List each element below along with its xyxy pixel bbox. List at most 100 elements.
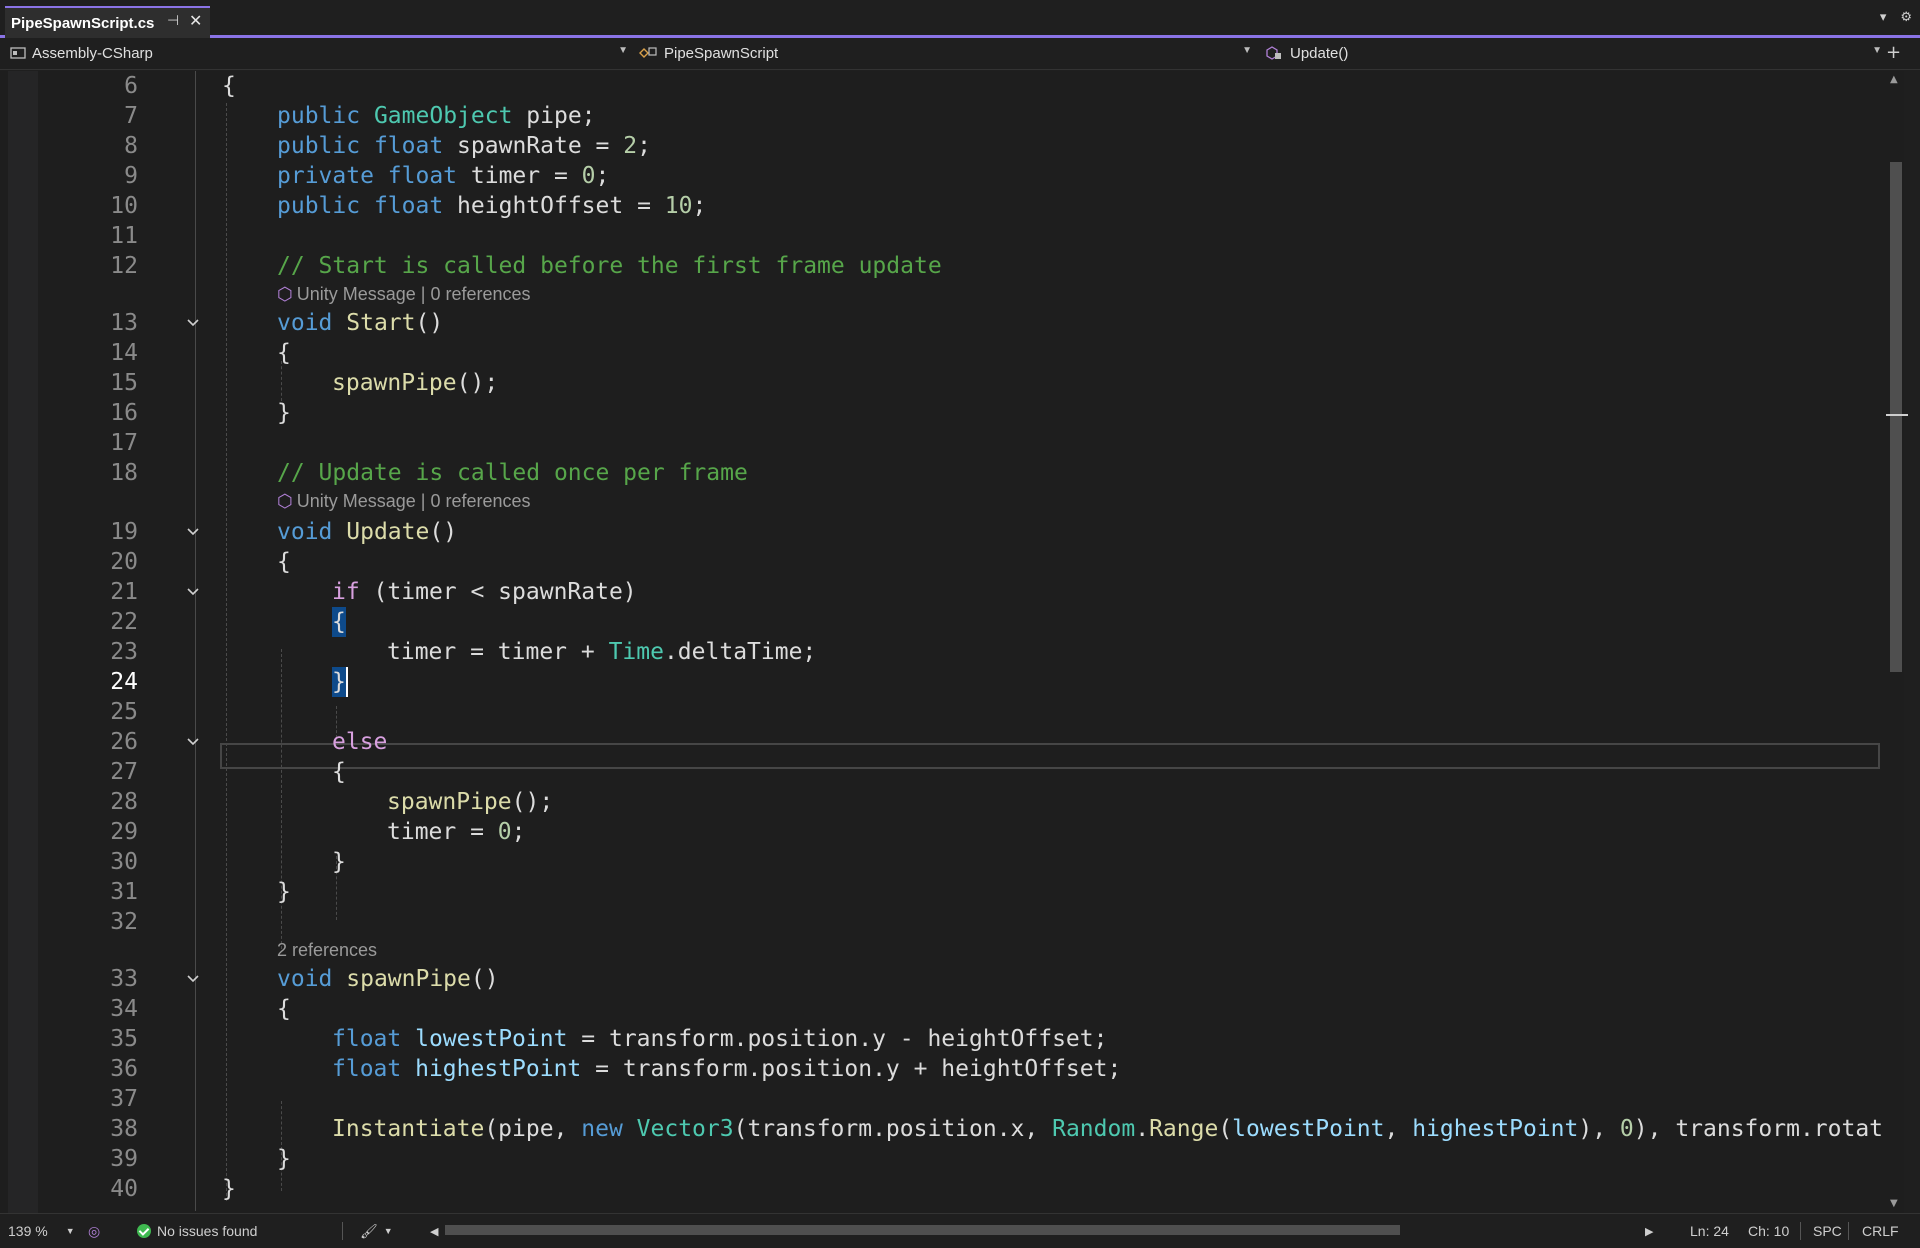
project-dropdown[interactable]: Assembly-CSharp ▼ [10, 41, 628, 65]
code-line: 33 void spawnPipe() [0, 964, 1884, 994]
codelens-update[interactable]: ⬡ Unity Message | 0 references [277, 486, 531, 516]
line-ending-indicator[interactable]: CRLF [1862, 1214, 1899, 1248]
brush-icon: 🖌 [360, 1222, 378, 1239]
code-text: { [222, 73, 236, 99]
references-link[interactable]: 0 references [430, 284, 530, 304]
split-icon[interactable]: + [1886, 42, 1901, 63]
caret-position-marker [1886, 414, 1908, 416]
line-number: 38 [110, 1116, 138, 1142]
tab-pipespawnscript[interactable]: PipeSpawnScript.cs ⊣ ✕ [5, 6, 210, 38]
line-number-current: 24 [110, 669, 138, 695]
line-number: 17 [110, 430, 138, 456]
code-line-current: 24 } [0, 667, 1884, 697]
code-text: spawnPipe(); [332, 370, 499, 396]
unity-message-icon: ⬡ [277, 491, 293, 511]
chevron-down-icon: ▼ [1242, 45, 1252, 56]
line-number: 22 [110, 609, 138, 635]
check-circle-icon [137, 1224, 151, 1238]
line-number: 25 [110, 699, 138, 725]
code-line: 7 public GameObject pipe; [0, 101, 1884, 131]
code-line: 20 { [0, 547, 1884, 577]
code-text: else [332, 729, 388, 755]
vertical-scroll-thumb[interactable] [1890, 162, 1902, 672]
fold-chevron-icon[interactable] [186, 316, 200, 330]
fold-chevron-icon[interactable] [186, 525, 200, 539]
editor-status-bar: 139 % ▼ ◎ No issues found 🖌 ▼ ◀ ▶ Ln: 24… [0, 1213, 1920, 1248]
code-line: 19 void Update() [0, 517, 1884, 547]
line-indicator[interactable]: Ln: 24 [1690, 1214, 1729, 1248]
pin-icon[interactable]: ⊣ [167, 13, 179, 29]
code-line: 28 spawnPipe(); [0, 787, 1884, 817]
code-line: 17 [0, 428, 1884, 458]
references-link[interactable]: 0 references [430, 491, 530, 511]
code-line: 15 spawnPipe(); [0, 368, 1884, 398]
horizontal-scroll-thumb[interactable] [445, 1225, 1400, 1235]
divider [342, 1222, 343, 1240]
code-text: public float heightOffset = 10; [277, 193, 707, 219]
line-number: 32 [110, 909, 138, 935]
char-indicator[interactable]: Ch: 10 [1748, 1214, 1789, 1248]
navigation-bar: Assembly-CSharp ▼ PipeSpawnScript ▼ Upda… [0, 38, 1920, 70]
code-text: timer = timer + Time.deltaTime; [387, 639, 817, 665]
zoom-level: 139 % [8, 1223, 48, 1239]
code-line: 32 [0, 907, 1884, 937]
code-line: 25 [0, 697, 1884, 727]
unity-message-icon: ⬡ [277, 284, 293, 304]
code-comment: // Start is called before the first fram… [277, 253, 942, 279]
line-number: 33 [110, 966, 138, 992]
line-number: 37 [110, 1086, 138, 1112]
code-text: timer = 0; [387, 819, 526, 845]
line-number: 23 [110, 639, 138, 665]
code-text: { [277, 996, 291, 1022]
code-comment: // Update is called once per frame [277, 460, 748, 486]
code-line: 6 { [0, 71, 1884, 101]
class-name: PipeSpawnScript [664, 44, 779, 62]
code-line: 12 // Start is called before the first f… [0, 251, 1884, 281]
line-number: 29 [110, 819, 138, 845]
method-icon [1266, 46, 1281, 60]
member-name: Update() [1290, 44, 1349, 62]
code-text: if (timer < spawnRate) [332, 579, 637, 605]
code-line: 14 { [0, 338, 1884, 368]
whitespace-indicator[interactable]: SPC [1813, 1214, 1842, 1248]
chevron-down-icon[interactable]: ▾ [1880, 10, 1887, 25]
code-line: 11 [0, 221, 1884, 251]
codelens-spawnpipe[interactable]: 2 references [277, 935, 377, 965]
code-line: 30 } [0, 847, 1884, 877]
code-text: public GameObject pipe; [277, 103, 596, 129]
code-line: 36 float highestPoint = transform.positi… [0, 1054, 1884, 1084]
chevron-down-icon: ▼ [1872, 45, 1882, 56]
fold-chevron-icon[interactable] [186, 972, 200, 986]
arrow-right-icon[interactable]: ▶ [1645, 1214, 1653, 1248]
line-number: 8 [124, 133, 138, 159]
code-text: { [277, 340, 291, 366]
references-link[interactable]: 2 references [277, 940, 377, 960]
arrow-down-icon[interactable]: ▼ [1890, 1198, 1898, 1209]
copilot-icon[interactable]: ◎ [88, 1214, 100, 1248]
fold-chevron-icon[interactable] [186, 735, 200, 749]
arrow-up-icon[interactable]: ▲ [1890, 74, 1898, 85]
code-cleanup-button[interactable]: 🖌 ▼ [360, 1214, 393, 1248]
chevron-down-icon: ▼ [65, 1226, 75, 1236]
issues-indicator[interactable]: No issues found [137, 1214, 257, 1248]
fold-chevron-icon[interactable] [186, 585, 200, 599]
line-number: 36 [110, 1056, 138, 1082]
line-number: 19 [110, 519, 138, 545]
class-icon [639, 47, 657, 58]
code-line: 22 { [0, 607, 1884, 637]
arrow-left-icon[interactable]: ◀ [430, 1214, 438, 1248]
line-number: 9 [124, 163, 138, 189]
class-dropdown[interactable]: PipeSpawnScript ▼ [638, 41, 1252, 65]
codelens-start[interactable]: ⬡ Unity Message | 0 references [277, 279, 531, 309]
code-text: } [332, 849, 346, 875]
close-icon[interactable]: ✕ [189, 11, 202, 30]
line-number: 30 [110, 849, 138, 875]
code-text: } [277, 400, 291, 426]
code-editor[interactable]: 6 { 7 public GameObject pipe; 8 public f… [0, 71, 1884, 1213]
code-text: Instantiate(pipe, new Vector3(transform.… [332, 1116, 1884, 1142]
zoom-dropdown[interactable]: 139 % ▼ [8, 1214, 75, 1248]
code-text: { [277, 549, 291, 575]
project-icon [10, 47, 26, 59]
gear-icon[interactable]: ⚙ [1900, 10, 1912, 25]
member-dropdown[interactable]: Update() ▼ [1264, 41, 1882, 65]
